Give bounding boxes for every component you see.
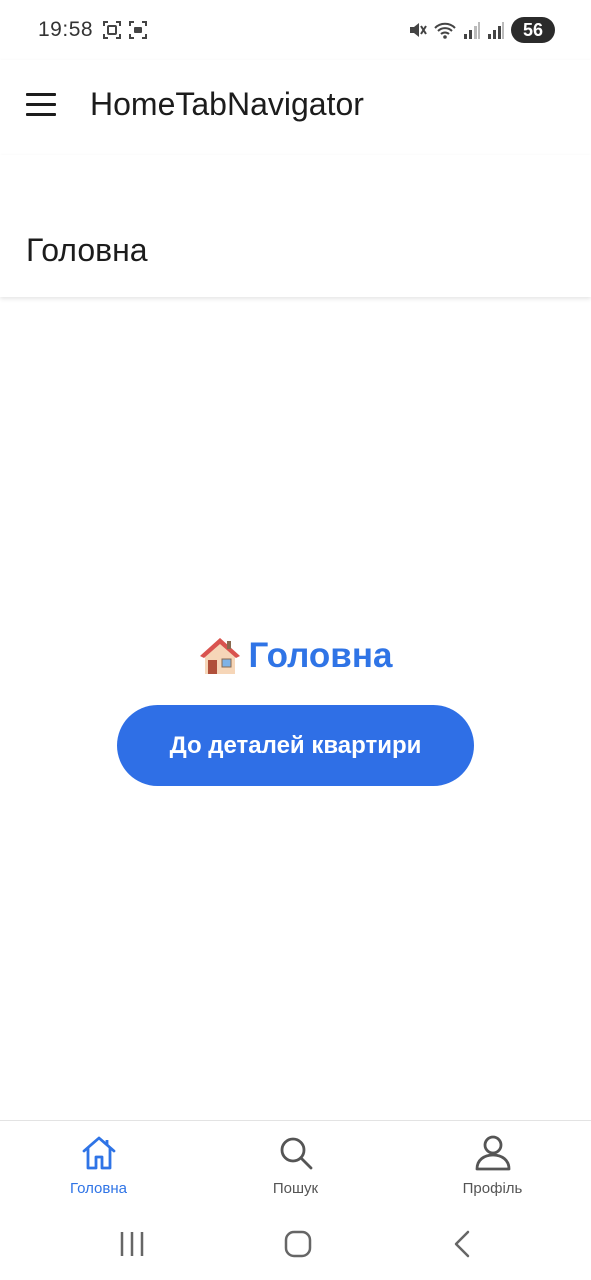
app-header: HomeTabNavigator: [0, 60, 591, 155]
search-icon: [280, 1137, 312, 1170]
screen-title: Головна: [26, 232, 148, 268]
status-bar: 19:58 56: [0, 0, 591, 60]
recent-apps-icon[interactable]: [112, 1228, 152, 1260]
mute-icon: [410, 23, 427, 37]
system-nav-bar: [0, 1210, 591, 1280]
apartment-details-button[interactable]: До деталей квартири: [117, 705, 474, 786]
tab-search[interactable]: Пошук: [197, 1121, 394, 1211]
tab-profile[interactable]: Профіль: [394, 1121, 591, 1211]
status-left-icons: [102, 20, 148, 40]
app-title: HomeTabNavigator: [90, 86, 364, 122]
house-emoji-icon: [199, 638, 240, 674]
battery-indicator: 56: [511, 17, 555, 43]
signal-icon: [464, 22, 480, 39]
home-icon: [82, 1136, 115, 1170]
tab-search-label: Пошук: [272, 1180, 319, 1197]
status-right-icons: 56: [407, 17, 555, 43]
home-nav-icon[interactable]: [278, 1228, 318, 1260]
tab-home-label: Головна: [70, 1180, 127, 1197]
home-heading-text: Головна: [248, 636, 393, 675]
tab-home[interactable]: Головна: [0, 1121, 197, 1211]
hamburger-menu-icon[interactable]: [26, 93, 56, 117]
signal-icon-2: [488, 22, 504, 39]
status-time: 19:58: [38, 18, 94, 41]
home-content: Головна До деталей квартири: [0, 298, 591, 1120]
screen-header: Головна: [0, 155, 591, 297]
wifi-icon: [434, 22, 456, 39]
person-icon: [475, 1135, 510, 1171]
screenshot-icon: [103, 21, 121, 39]
home-heading: Головна: [0, 635, 591, 677]
screen-record-icon: [129, 21, 147, 39]
bottom-tab-bar: Головна Пошук Профіль: [0, 1120, 591, 1210]
back-icon[interactable]: [444, 1228, 484, 1260]
tab-profile-label: Профіль: [462, 1180, 523, 1197]
